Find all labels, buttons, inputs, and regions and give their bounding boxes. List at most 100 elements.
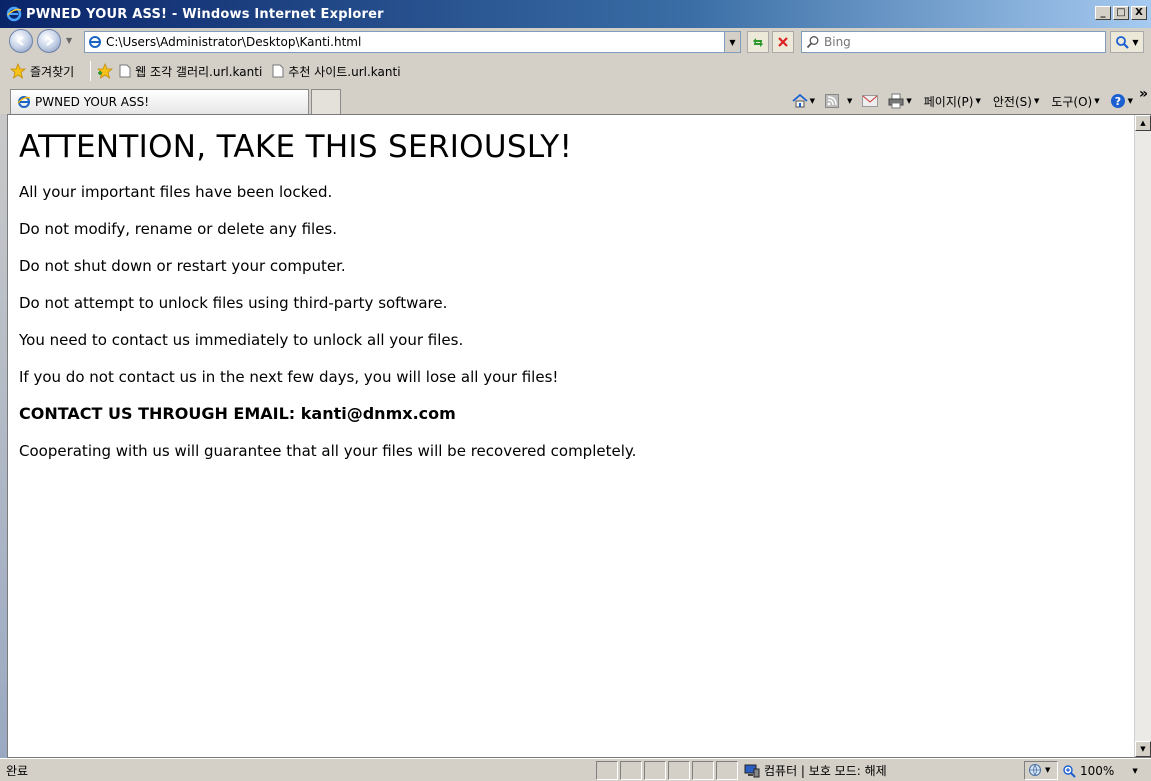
document-icon: [119, 64, 131, 78]
print-dropdown-icon[interactable]: ▼: [906, 97, 911, 105]
chevron-down-icon: ▼: [1045, 766, 1051, 774]
recent-pages-dropdown-icon[interactable]: ▼: [66, 36, 72, 45]
contact-email-line: CONTACT US THROUGH EMAIL: kanti@dnmx.com: [19, 404, 456, 423]
scroll-down-button[interactable]: ▼: [1135, 741, 1151, 757]
address-row: ▼ ▼ ▼: [0, 28, 1151, 56]
search-box[interactable]: [801, 31, 1106, 53]
zoom-dropdown-icon[interactable]: ▼: [1132, 767, 1137, 775]
stop-button[interactable]: [772, 31, 794, 53]
paragraph: You need to contact us immediately to un…: [19, 331, 464, 349]
magnifier-icon: [1116, 36, 1130, 49]
stop-icon: [778, 37, 788, 47]
add-to-favorites-bar-button[interactable]: [97, 63, 114, 79]
address-input[interactable]: [102, 35, 712, 49]
new-tab-button[interactable]: [311, 89, 341, 114]
address-bar[interactable]: ▼: [84, 31, 741, 53]
paragraph: Do not attempt to unlock files using thi…: [19, 294, 448, 312]
zoom-icon: [1063, 764, 1076, 778]
back-button[interactable]: [9, 29, 33, 53]
read-mail-button[interactable]: [862, 95, 879, 107]
chevron-down-icon: ▼: [1033, 97, 1040, 105]
more-commands-button[interactable]: »: [1139, 86, 1148, 102]
back-arrow-icon: [16, 36, 24, 46]
security-zone[interactable]: 컴퓨터 | 보호 모드: 해제: [740, 761, 887, 780]
internet-explorer-icon: [6, 6, 22, 22]
feeds-dropdown-icon[interactable]: ▼: [847, 97, 852, 105]
bing-search-icon: [806, 36, 819, 49]
paragraph: All your important files have been locke…: [19, 183, 333, 201]
refresh-button[interactable]: [747, 31, 769, 53]
home-icon: [791, 93, 808, 108]
printer-icon: [888, 93, 904, 109]
tab-active[interactable]: PWNED YOUR ASS!: [10, 89, 309, 114]
forward-arrow-icon: [46, 36, 54, 46]
favorite-link-web-slice-gallery[interactable]: 웹 조각 갤러리.url.kanti: [119, 63, 262, 80]
favorites-star-icon: [10, 63, 26, 79]
home-button[interactable]: ▼: [791, 93, 815, 109]
tab-row: PWNED YOUR ASS! ▼ ▼ ▼ 페이지(P) ▼ 안전(S) ▼ 도…: [0, 86, 1151, 114]
chevron-down-icon: ▼: [1094, 97, 1100, 105]
safety-menu-button[interactable]: 안전(S) ▼: [993, 93, 1039, 110]
forward-button[interactable]: [37, 29, 61, 53]
help-button[interactable]: ? ▼: [1110, 93, 1133, 109]
command-bar: ▼ ▼ ▼ 페이지(P) ▼ 안전(S) ▼ 도구(O) ▼ ? ▼ »: [791, 86, 1151, 114]
favorite-link-suggested-sites[interactable]: 추천 사이트.url.kanti: [272, 63, 401, 80]
close-button[interactable]: X: [1131, 6, 1147, 20]
status-panel: [668, 761, 690, 780]
safety-menu-label: 안전(S): [992, 94, 1032, 109]
chevron-down-icon: ▼: [975, 97, 981, 105]
status-bar: 완료 컴퓨터 | 보호 모드: 해제 ▼ 100% ▼: [0, 758, 1151, 781]
svg-text:?: ?: [1114, 95, 1120, 108]
help-icon: ?: [1110, 94, 1125, 108]
favorite-link-label: 웹 조각 갤러리.url.kanti: [135, 64, 263, 79]
tab-label: PWNED YOUR ASS!: [35, 95, 150, 109]
status-text: 완료: [6, 764, 29, 778]
favorites-button[interactable]: 즐겨찾기: [10, 63, 74, 80]
maximize-button[interactable]: □: [1113, 6, 1129, 20]
paragraph: Cooperating with us will guarantee that …: [19, 442, 637, 460]
page-content-frame[interactable]: ATTENTION, TAKE THIS SERIOUSLY! All your…: [7, 114, 1151, 758]
zoom-level: 100%: [1080, 763, 1115, 778]
status-panel: [596, 761, 618, 780]
favorites-separator: [90, 61, 92, 81]
rss-feed-icon: [824, 94, 839, 108]
computer-zone-icon: [744, 764, 760, 777]
status-panel: [692, 761, 714, 780]
feeds-button[interactable]: ▼: [824, 94, 852, 108]
status-panel: [644, 761, 666, 780]
minimize-button[interactable]: _: [1095, 6, 1111, 20]
tools-menu-label: 도구(O): [1051, 94, 1093, 109]
search-button[interactable]: ▼: [1110, 31, 1144, 53]
status-panel: [716, 761, 738, 780]
print-button[interactable]: ▼: [888, 93, 912, 109]
refresh-icon: [753, 38, 763, 47]
document-icon: [272, 64, 284, 78]
page-icon: [89, 36, 101, 48]
vertical-scrollbar[interactable]: ▲ ▼: [1134, 115, 1151, 757]
paragraph: Do not modify, rename or delete any file…: [19, 220, 338, 238]
status-panel: [620, 761, 642, 780]
popup-blocker-button[interactable]: ▼: [1028, 763, 1050, 777]
favorites-label: 즐겨찾기: [30, 64, 75, 79]
help-dropdown-icon[interactable]: ▼: [1128, 97, 1133, 105]
paragraph: Do not shut down or restart your compute…: [19, 257, 346, 275]
favorite-link-label: 추천 사이트.url.kanti: [288, 64, 401, 79]
page-heading: ATTENTION, TAKE THIS SERIOUSLY!: [19, 129, 573, 165]
add-favorite-icon: [97, 63, 114, 79]
page-menu-label: 페이지(P): [923, 94, 974, 109]
home-dropdown-icon[interactable]: ▼: [810, 97, 815, 105]
internet-explorer-icon: [17, 96, 31, 108]
tools-menu-button[interactable]: 도구(O) ▼: [1051, 93, 1099, 110]
window-title: PWNED YOUR ASS! - Windows Internet Explo…: [26, 6, 384, 22]
zoom-control[interactable]: 100% ▼: [1062, 761, 1138, 780]
page-menu-button[interactable]: 페이지(P) ▼: [924, 93, 981, 110]
search-input[interactable]: [820, 34, 1090, 50]
title-bar[interactable]: PWNED YOUR ASS! - Windows Internet Explo…: [0, 0, 1151, 28]
security-zone-label: 컴퓨터 | 보호 모드: 해제: [764, 764, 887, 778]
search-options-dropdown-icon[interactable]: ▼: [1132, 38, 1138, 47]
desktop-edge: [0, 114, 7, 758]
address-dropdown-icon[interactable]: ▼: [724, 32, 740, 52]
ransom-note: ATTENTION, TAKE THIS SERIOUSLY! All your…: [19, 115, 1129, 479]
scroll-up-button[interactable]: ▲: [1135, 115, 1151, 131]
mail-icon: [862, 95, 879, 107]
